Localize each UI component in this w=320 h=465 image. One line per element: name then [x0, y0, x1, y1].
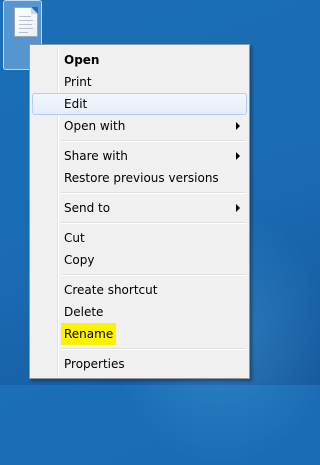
menu-item-label-highlighted: Rename — [61, 323, 117, 345]
menu-item-restore-previous-versions[interactable]: Restore previous versions — [32, 167, 247, 189]
context-menu: Open Print Edit Open with Share with Res… — [29, 44, 250, 379]
menu-item-label: Restore previous versions — [64, 171, 219, 185]
menu-item-copy[interactable]: Copy — [32, 249, 247, 271]
submenu-arrow-icon — [236, 204, 240, 212]
menu-item-label: Send to — [64, 201, 111, 215]
menu-item-open-with[interactable]: Open with — [32, 115, 247, 137]
menu-item-label: Copy — [64, 253, 95, 267]
menu-item-open[interactable]: Open — [32, 49, 247, 71]
submenu-arrow-icon — [236, 122, 240, 130]
menu-item-share-with[interactable]: Share with — [32, 145, 247, 167]
menu-item-delete[interactable]: Delete — [32, 301, 247, 323]
menu-item-label: Share with — [64, 149, 128, 163]
menu-item-label: Create shortcut — [64, 283, 158, 297]
menu-item-create-shortcut[interactable]: Create shortcut — [32, 279, 247, 301]
menu-item-label: Open with — [64, 119, 126, 133]
text-document-icon — [14, 7, 38, 37]
menu-item-edit[interactable]: Edit — [32, 93, 247, 115]
menu-item-print[interactable]: Print — [32, 71, 247, 93]
menu-separator — [61, 274, 246, 276]
menu-separator — [61, 192, 246, 194]
menu-item-label: Open — [64, 53, 100, 67]
menu-item-rename[interactable]: Rename — [32, 323, 247, 345]
menu-item-properties[interactable]: Properties — [32, 353, 247, 375]
submenu-arrow-icon — [236, 152, 240, 160]
menu-item-label: Edit — [64, 97, 88, 111]
menu-item-label: Print — [64, 75, 92, 89]
menu-item-send-to[interactable]: Send to — [32, 197, 247, 219]
menu-item-label: Properties — [64, 357, 125, 371]
menu-separator — [61, 348, 246, 350]
menu-item-cut[interactable]: Cut — [32, 227, 247, 249]
menu-separator — [61, 140, 246, 142]
menu-item-label: Delete — [64, 305, 104, 319]
menu-separator — [61, 222, 246, 224]
menu-item-label: Cut — [64, 231, 85, 245]
